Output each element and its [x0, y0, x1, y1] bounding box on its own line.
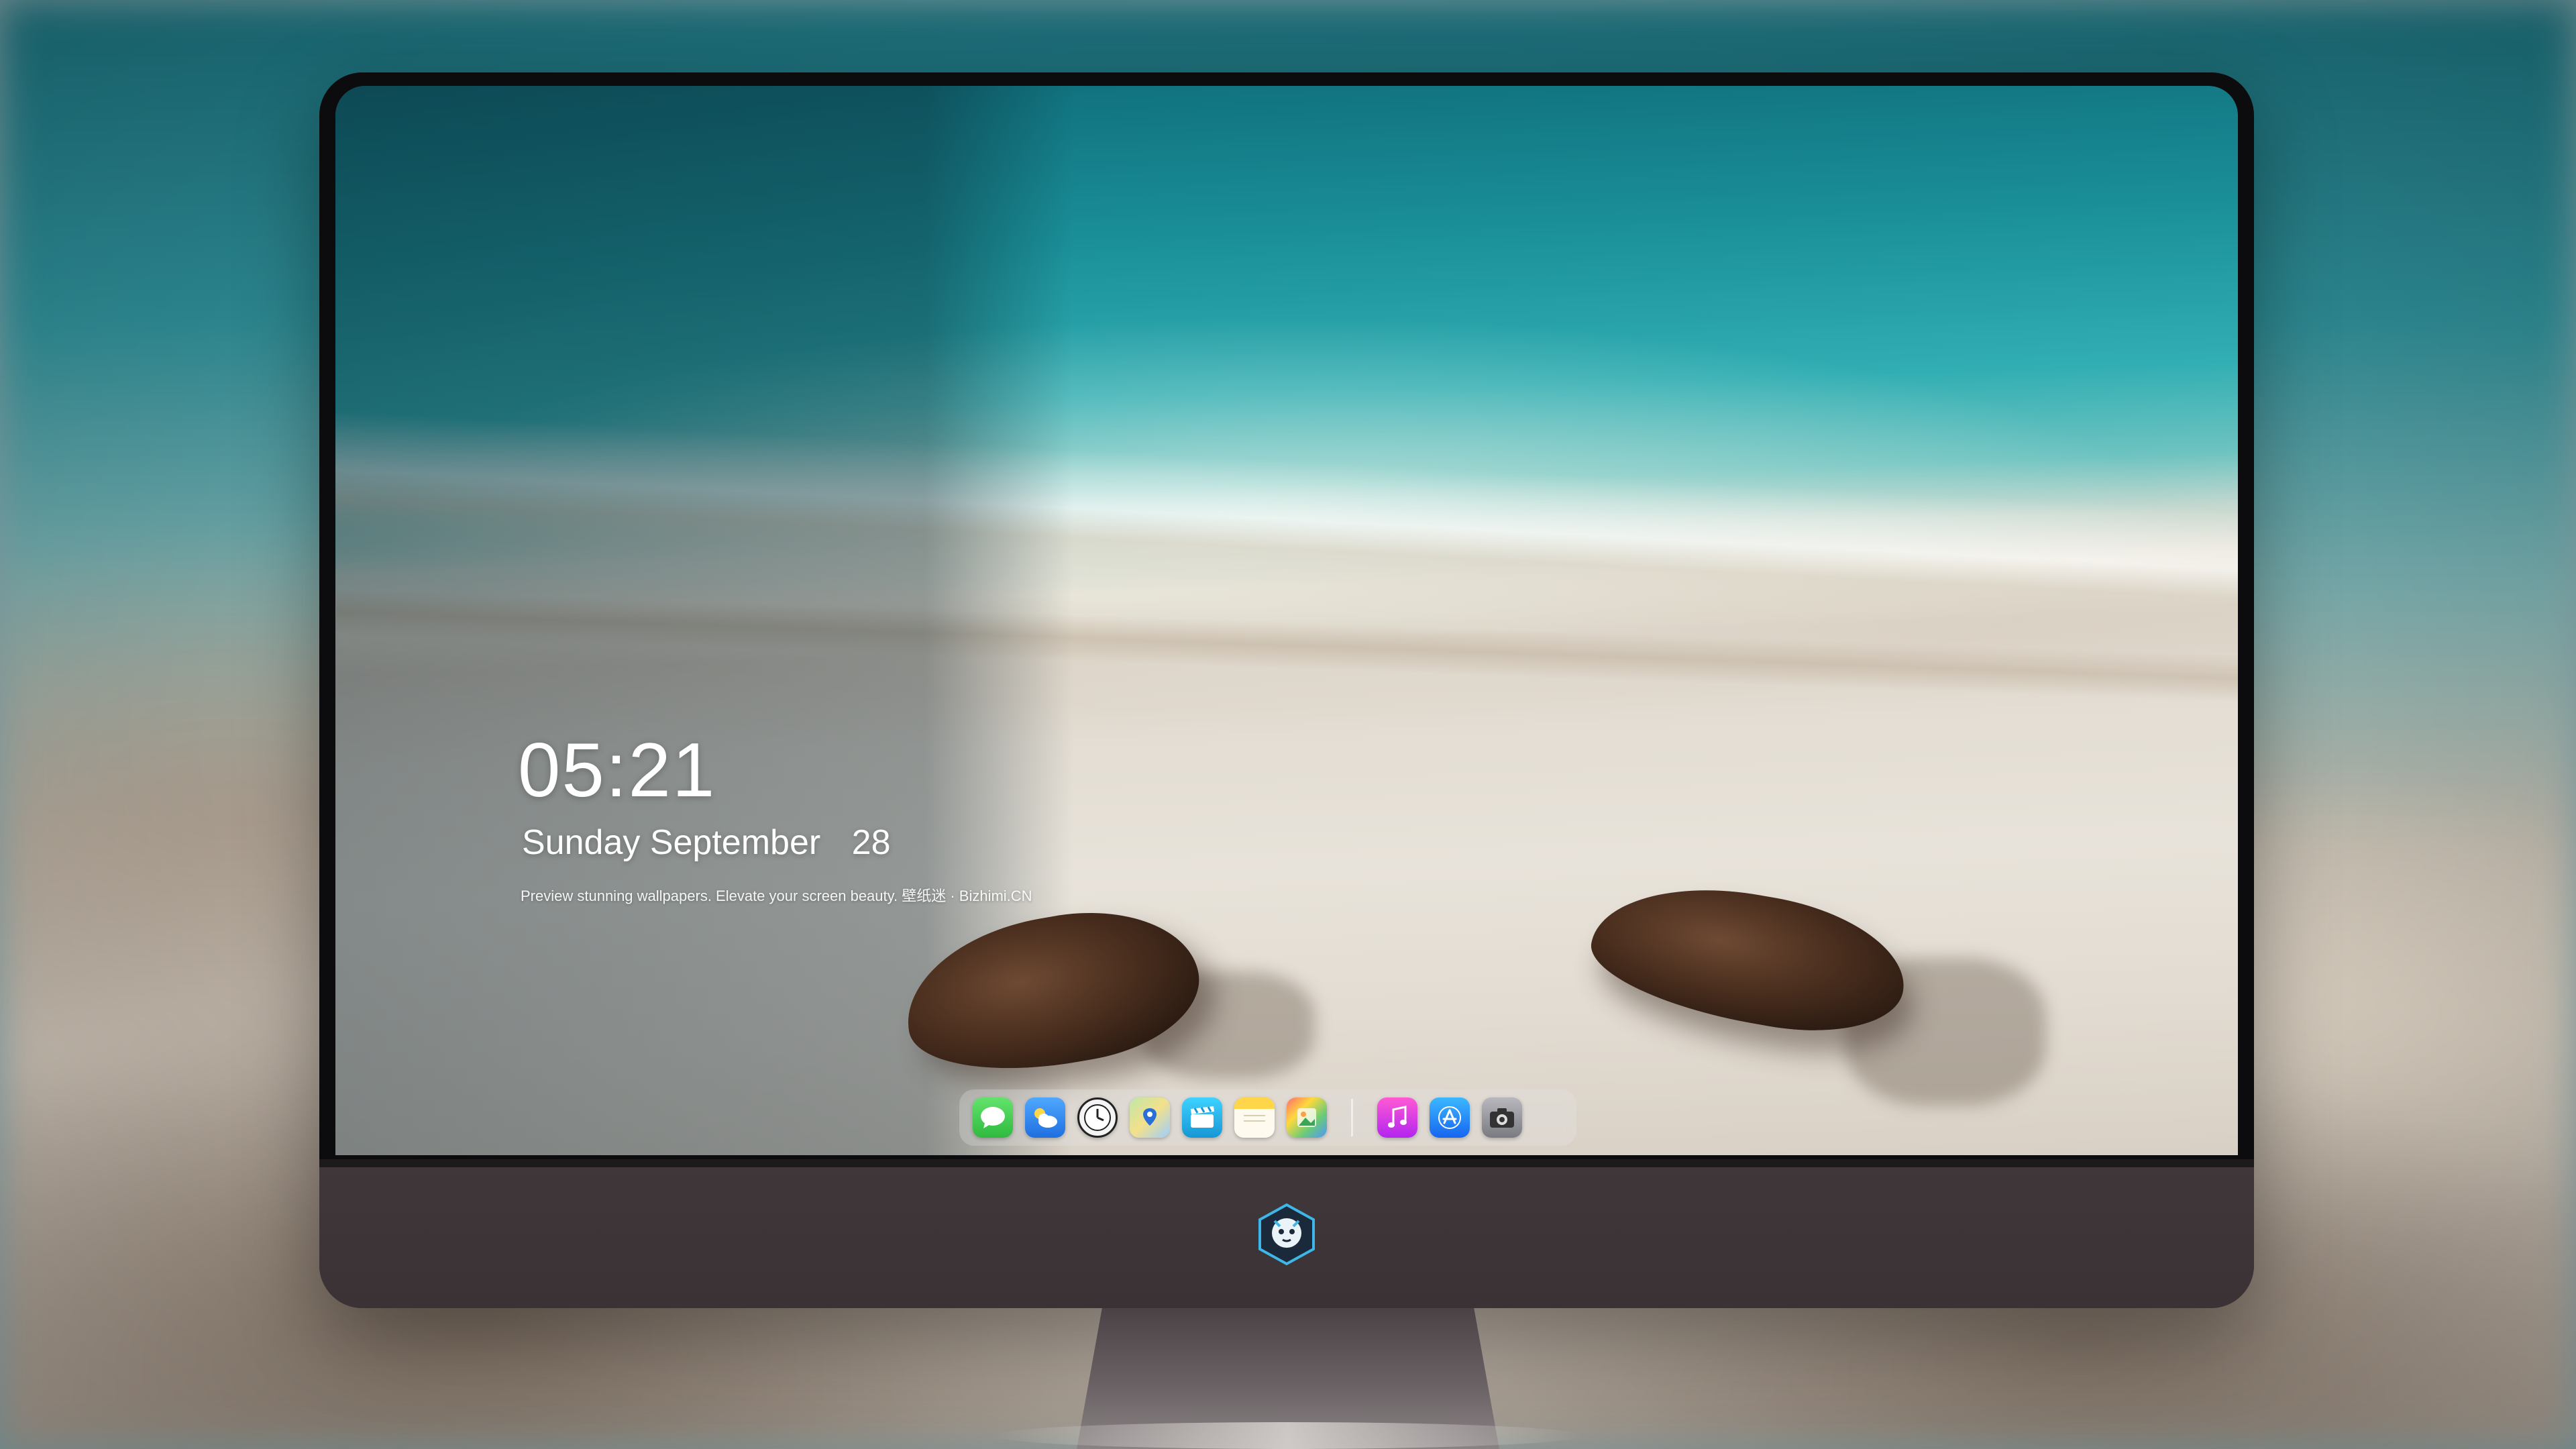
- maps-icon[interactable]: [1130, 1097, 1170, 1138]
- dock-separator: [1351, 1099, 1353, 1136]
- lock-screen-date: Sunday September 28: [522, 822, 891, 863]
- notes-icon[interactable]: [1234, 1097, 1275, 1138]
- date-weekday: Sunday: [522, 823, 641, 862]
- camera-icon[interactable]: [1482, 1097, 1522, 1138]
- brand-logo-icon: [1254, 1202, 1319, 1267]
- clock-icon[interactable]: [1077, 1097, 1118, 1138]
- messages-icon[interactable]: [973, 1097, 1013, 1138]
- lock-screen-time: 05:21: [518, 728, 716, 813]
- music-icon[interactable]: [1377, 1097, 1417, 1138]
- dock: [959, 1089, 1576, 1146]
- date-month: September: [649, 823, 821, 862]
- date-day: 28: [851, 823, 891, 862]
- photos-icon[interactable]: [1287, 1097, 1327, 1138]
- wallpaper-tagline: Preview stunning wallpapers. Elevate you…: [521, 888, 1032, 904]
- shipwreck-right: [1582, 867, 1915, 1049]
- weather-icon[interactable]: [1025, 1097, 1065, 1138]
- app-store-icon[interactable]: [1430, 1097, 1470, 1138]
- clips-icon[interactable]: [1182, 1097, 1222, 1138]
- stand-reflection: [993, 1422, 1583, 1449]
- monitor-screen: 05:21 Sunday September 28 Preview stunni…: [335, 86, 2238, 1155]
